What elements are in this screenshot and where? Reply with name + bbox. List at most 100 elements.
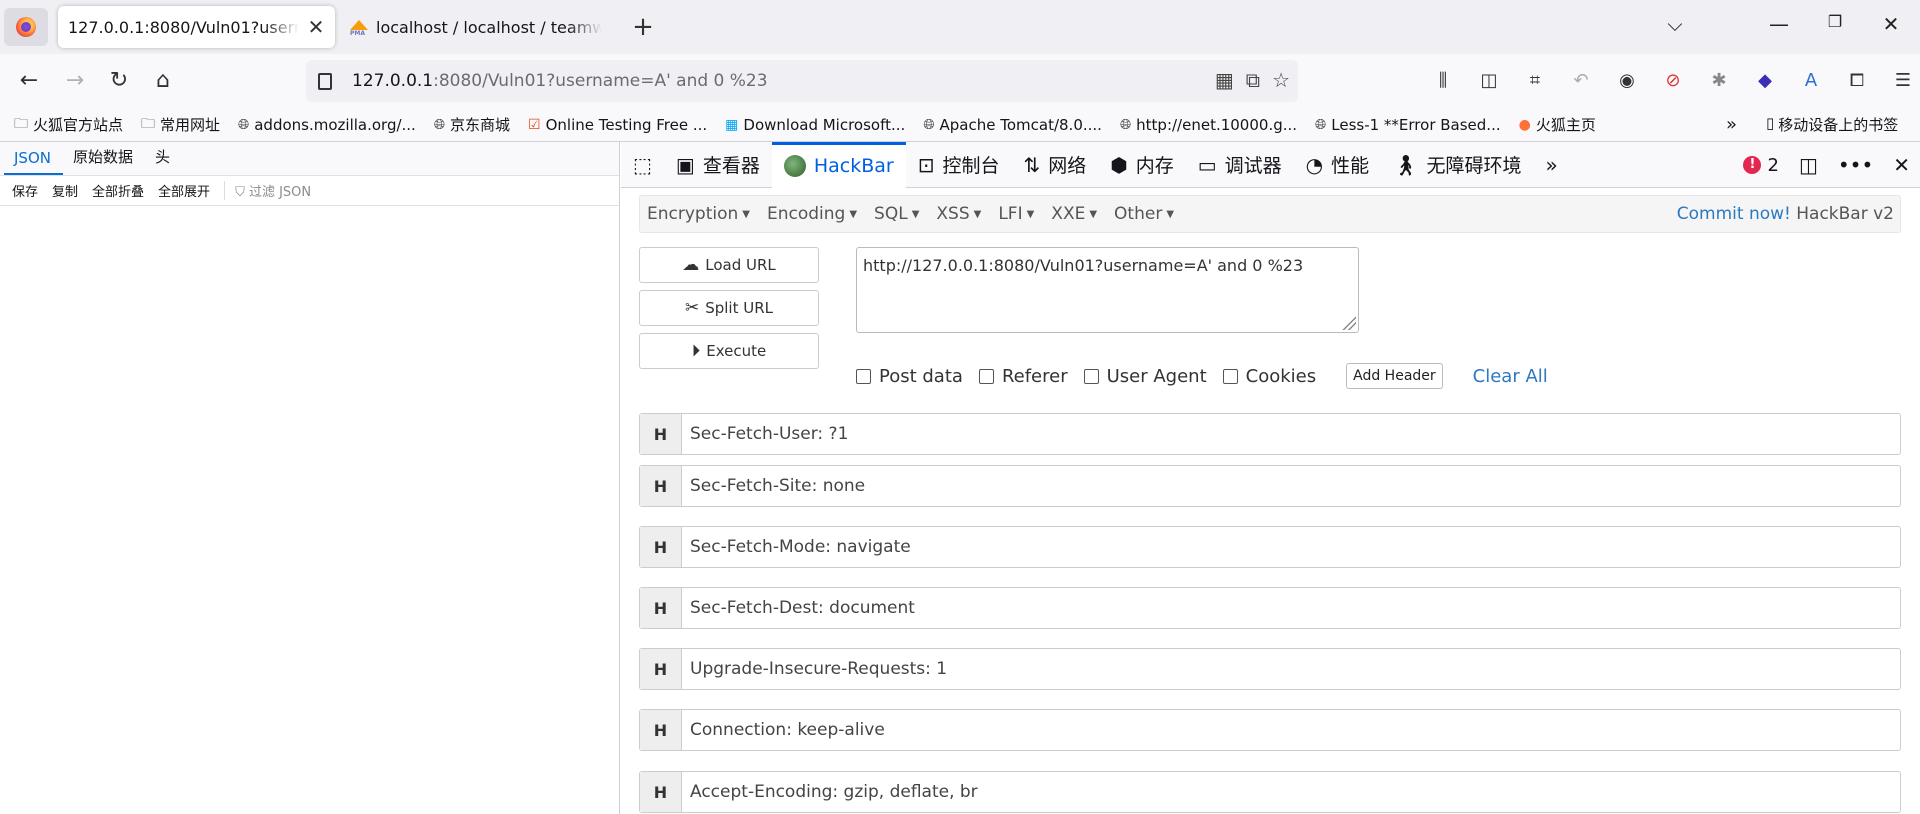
resize-grip-icon[interactable]: [1342, 316, 1356, 330]
header-row[interactable]: H Sec-Fetch-Dest: document: [639, 587, 1901, 629]
close-devtools-icon[interactable]: ✕: [1893, 153, 1910, 177]
tab-network[interactable]: ⇅ 网络: [1011, 142, 1098, 188]
bookmark-item[interactable]: 🌐︎ 京东商城: [434, 114, 510, 135]
element-picker-icon[interactable]: ⬚: [621, 142, 664, 188]
extensions-icon[interactable]: ⧠: [1842, 66, 1872, 96]
tab-headers[interactable]: 头: [145, 146, 182, 175]
back-button[interactable]: ←: [14, 66, 44, 96]
qr-code-icon[interactable]: ▦: [1215, 68, 1234, 92]
bookmark-item[interactable]: ● 火狐主页: [1519, 114, 1596, 135]
split-url-button[interactable]: ✂ Split URL: [639, 290, 819, 326]
extension-owl-icon[interactable]: ◉: [1612, 66, 1642, 96]
cookies-checkbox[interactable]: Cookies: [1222, 366, 1316, 387]
url-bar[interactable]: 127.0.0.1:8080/Vuln01?username=A' and 0 …: [306, 60, 1298, 102]
header-toggle[interactable]: H: [640, 414, 682, 454]
commit-now-link[interactable]: Commit now!: [1677, 204, 1791, 224]
add-header-button[interactable]: Add Header: [1346, 363, 1443, 389]
header-row[interactable]: H Connection: keep-alive: [639, 709, 1901, 751]
bookmark-item[interactable]: 🌐︎ http://enet.10000.g...: [1120, 116, 1297, 134]
header-row[interactable]: H Sec-Fetch-User: ?1: [639, 413, 1901, 455]
header-value[interactable]: Connection: keep-alive: [682, 710, 885, 750]
dock-toggle-icon[interactable]: ◫: [1799, 153, 1818, 177]
screenshot-crop-icon[interactable]: ⌗: [1520, 66, 1550, 96]
sidebar-icon[interactable]: ◫: [1474, 66, 1504, 96]
forward-button[interactable]: →: [60, 66, 90, 96]
bookmark-item[interactable]: 🌐︎ Apache Tomcat/8.0....: [923, 116, 1102, 134]
tab-vuln01[interactable]: 127.0.0.1:8080/Vuln01?username=A' and 0 …: [58, 6, 335, 48]
load-url-button[interactable]: ☁ Load URL: [639, 247, 819, 283]
menu-icon[interactable]: ☰: [1888, 66, 1918, 96]
list-all-tabs-icon[interactable]: ⌵: [1660, 12, 1690, 36]
header-value[interactable]: Accept-Encoding: gzip, deflate, br: [682, 772, 978, 812]
tab-raw-data[interactable]: 原始数据: [63, 146, 145, 175]
reload-button[interactable]: ↻: [104, 66, 134, 96]
extension-layers-icon[interactable]: ◆: [1750, 66, 1780, 96]
close-window-button[interactable]: ✕: [1876, 12, 1906, 36]
more-tabs-icon[interactable]: »: [1534, 142, 1570, 188]
header-row[interactable]: H Sec-Fetch-Site: none: [639, 465, 1901, 507]
undo-icon[interactable]: ↶: [1566, 66, 1596, 96]
save-button[interactable]: 保存: [12, 181, 38, 200]
error-count-badge[interactable]: ! 2: [1743, 155, 1779, 176]
filter-json-input[interactable]: ⛉ 过滤 JSON: [224, 181, 311, 200]
extension-puzzle-gray-icon[interactable]: ✱: [1704, 66, 1734, 96]
tab-inspector[interactable]: ▣ 查看器: [664, 142, 772, 188]
expand-all-button[interactable]: 全部展开: [158, 181, 210, 200]
checkbox[interactable]: [1222, 368, 1238, 384]
firefox-view-button[interactable]: [4, 8, 48, 46]
header-value[interactable]: Sec-Fetch-Site: none: [682, 466, 865, 506]
bookmark-item[interactable]: 🗀 常用网址: [141, 113, 220, 137]
hackbar-url-textarea[interactable]: http://127.0.0.1:8080/Vuln01?username=A'…: [856, 247, 1359, 333]
checkbox[interactable]: [856, 368, 871, 384]
menu-encoding[interactable]: Encoding ▼: [760, 204, 867, 224]
clear-all-link[interactable]: Clear All: [1473, 366, 1548, 387]
header-value[interactable]: Upgrade-Insecure-Requests: 1: [682, 649, 947, 689]
execute-button[interactable]: ⏵ Execute: [639, 333, 819, 369]
menu-xss[interactable]: XSS ▼: [929, 204, 991, 224]
translate-icon[interactable]: ⧉: [1246, 68, 1260, 92]
restore-button[interactable]: ❐: [1820, 12, 1850, 31]
header-row[interactable]: H Upgrade-Insecure-Requests: 1: [639, 648, 1901, 690]
menu-lfi[interactable]: LFI ▼: [991, 204, 1044, 224]
tab-debugger[interactable]: ▭ 调试器: [1186, 142, 1294, 188]
bookmark-star-icon[interactable]: ☆: [1272, 68, 1290, 92]
checkbox[interactable]: [978, 368, 994, 384]
referer-checkbox[interactable]: Referer: [978, 366, 1068, 387]
menu-encryption[interactable]: Encryption ▼: [640, 204, 760, 224]
header-toggle[interactable]: H: [640, 527, 682, 567]
post-data-checkbox[interactable]: Post data: [856, 366, 963, 387]
bookmark-item[interactable]: 🗀 火狐官方站点: [14, 113, 123, 137]
tab-accessibility[interactable]: 🚶︎ 无障碍环境: [1381, 142, 1533, 188]
header-row[interactable]: H Accept-Encoding: gzip, deflate, br: [639, 771, 1901, 813]
new-tab-button[interactable]: +: [628, 12, 658, 42]
collapse-all-button[interactable]: 全部折叠: [92, 181, 144, 200]
minimize-button[interactable]: —: [1764, 12, 1794, 36]
more-options-icon[interactable]: •••: [1838, 153, 1873, 177]
tab-performance[interactable]: ◔ 性能: [1294, 142, 1381, 188]
user-agent-checkbox[interactable]: User Agent: [1083, 366, 1207, 387]
header-row[interactable]: H Sec-Fetch-Mode: navigate: [639, 526, 1901, 568]
close-tab-icon[interactable]: ✕: [307, 15, 325, 39]
header-value[interactable]: Sec-Fetch-User: ?1: [682, 414, 848, 454]
tab-memory[interactable]: ⬢ 内存: [1098, 142, 1185, 188]
bookmark-item[interactable]: ☑ Online Testing Free ...: [528, 116, 707, 134]
more-bookmarks-icon[interactable]: »: [1726, 114, 1737, 135]
tab-json[interactable]: JSON: [4, 149, 63, 175]
tab-phpmyadmin[interactable]: localhost / localhost / teamwork: [340, 6, 612, 48]
home-button[interactable]: ⌂: [148, 66, 178, 96]
library-icon[interactable]: ⫼: [1428, 66, 1458, 96]
mobile-bookmarks[interactable]: ▯ 移动设备上的书签: [1766, 114, 1898, 135]
bookmark-item[interactable]: 🌐︎ addons.mozilla.org/...: [238, 116, 416, 134]
header-toggle[interactable]: H: [640, 772, 682, 812]
extension-translate-icon[interactable]: A: [1796, 66, 1826, 96]
header-value[interactable]: Sec-Fetch-Mode: navigate: [682, 527, 911, 567]
checkbox[interactable]: [1083, 368, 1099, 384]
menu-xxe[interactable]: XXE ▼: [1044, 204, 1107, 224]
copy-button[interactable]: 复制: [52, 181, 78, 200]
header-toggle[interactable]: H: [640, 649, 682, 689]
header-toggle[interactable]: H: [640, 588, 682, 628]
header-value[interactable]: Sec-Fetch-Dest: document: [682, 588, 915, 628]
tab-console[interactable]: ⊡ 控制台: [906, 142, 1012, 188]
extension-block-icon[interactable]: ⊘: [1658, 66, 1688, 96]
menu-other[interactable]: Other ▼: [1107, 204, 1184, 224]
